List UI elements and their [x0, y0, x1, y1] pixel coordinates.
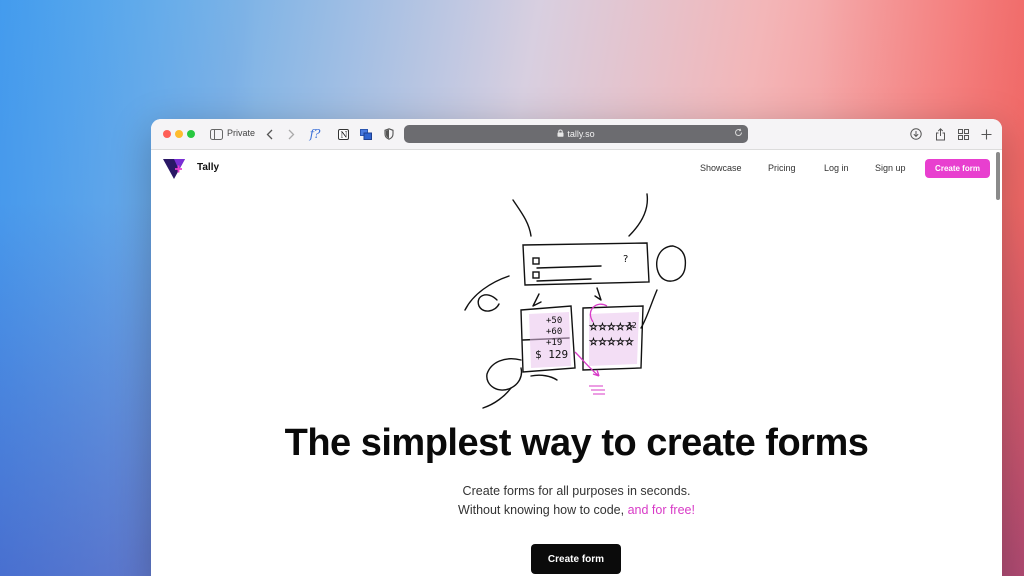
page-scrollbar[interactable]: [996, 152, 1000, 200]
nav-login-link[interactable]: Log in: [824, 163, 849, 173]
question-mark: ?: [623, 254, 628, 265]
reload-icon[interactable]: [734, 128, 743, 140]
hero-create-form-button[interactable]: Create form: [531, 544, 621, 574]
zoom-window-button[interactable]: [187, 130, 195, 138]
sum-line-1: +50: [546, 316, 562, 326]
lock-icon: [557, 129, 564, 139]
svg-text:N: N: [340, 130, 347, 139]
sum-line-2: +60: [546, 327, 562, 337]
notion-extension-icon[interactable]: N: [337, 126, 349, 142]
screens-extension-icon[interactable]: [360, 126, 372, 142]
nav-pricing-link[interactable]: Pricing: [768, 163, 796, 173]
svg-text:☆☆☆☆☆: ☆☆☆☆☆: [589, 322, 634, 333]
address-bar[interactable]: tally.so: [404, 125, 748, 143]
sum-total: $ 129: [535, 348, 568, 361]
nav-signup-link[interactable]: Sign up: [875, 163, 906, 173]
shield-icon[interactable]: [383, 126, 395, 142]
function-extension-icon[interactable]: f?: [308, 126, 322, 142]
hero-subtitle-line2: Without knowing how to code, and for fre…: [151, 503, 1002, 517]
nav-create-form-button[interactable]: Create form: [925, 159, 990, 178]
nav-showcase-link[interactable]: Showcase: [700, 163, 742, 173]
minimize-window-button[interactable]: [175, 130, 183, 138]
tally-logo-icon[interactable]: [163, 159, 185, 179]
hero-illustration: +50 +60 +19 $ 129 ? 32 ☆☆☆☆☆ ☆☆☆☆☆: [464, 193, 687, 409]
close-window-button[interactable]: [163, 130, 171, 138]
new-tab-icon[interactable]: [980, 126, 992, 142]
tab-overview-icon[interactable]: [957, 126, 969, 142]
browser-window: Private f? N tally.so Tally Showcase Pri…: [151, 119, 1002, 576]
url-text: tally.so: [567, 129, 595, 139]
hero-title: The simplest way to create forms: [284, 422, 869, 464]
hero-subtitle-line1: Create forms for all purposes in seconds…: [462, 484, 691, 498]
hero-subtitle-prefix: Without knowing how to code,: [458, 503, 628, 517]
downloads-icon[interactable]: [910, 126, 922, 142]
browser-toolbar: Private f? N tally.so: [151, 119, 1002, 150]
sidebar-toggle-icon[interactable]: [209, 126, 223, 142]
brand-name[interactable]: Tally: [197, 162, 219, 173]
back-icon[interactable]: [264, 126, 274, 142]
share-icon[interactable]: [934, 126, 946, 142]
sum-line-3: +19: [546, 338, 562, 348]
private-mode-label: Private: [227, 128, 256, 138]
forward-icon[interactable]: [286, 126, 296, 142]
svg-text:☆☆☆☆☆: ☆☆☆☆☆: [589, 337, 634, 348]
hero-subtitle-highlight: and for free!: [627, 503, 695, 517]
web-page: Tally Showcase Pricing Log in Sign up Cr…: [151, 150, 1002, 576]
